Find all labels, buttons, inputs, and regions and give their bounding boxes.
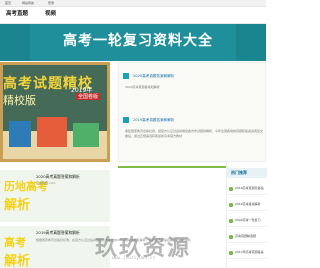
board-version-badge: 全国卷版 — [76, 93, 101, 100]
book-icon — [73, 123, 99, 147]
book-icon — [37, 117, 67, 147]
watermark-url: www.jiuziyuan.cc — [112, 256, 156, 261]
featured-image[interactable]: 高考试题精校 精校版 2019年 全国卷版 — [0, 62, 110, 162]
article-title[interactable]: 2020高考真题答案和解析 — [133, 74, 175, 79]
sidebar-item[interactable]: 2018高考真题及答案 — [227, 184, 267, 195]
article-desc: 2020高考真题答案和解析 — [125, 85, 160, 89]
sidebar-item[interactable]: 2019高考答案解析 — [227, 200, 267, 211]
top-bar-item[interactable]: 网站导航 — [22, 0, 34, 6]
board-subhead: 精校版 — [3, 94, 36, 107]
book-icon — [9, 121, 31, 147]
card-title[interactable]: 2020高考真题答案和解析 — [36, 174, 80, 179]
sidebar-item[interactable]: 2020高考一轮复习 — [227, 216, 267, 227]
bullet-icon — [229, 187, 233, 191]
bullet-icon — [229, 203, 233, 207]
banner-title: 高考一轮复习资料大全 — [63, 33, 213, 49]
nav-item-gaokao[interactable]: 高考直题 — [6, 10, 28, 19]
sidebar-header: 热门推荐 — [227, 168, 267, 178]
sidebar-item-label: 2018高考真题及答案 — [235, 186, 264, 190]
tag-icon — [123, 117, 129, 123]
banner-decoration — [0, 24, 30, 61]
top-bar-item[interactable]: 首页 — [5, 0, 11, 6]
article-desc: 收集国家教育出版社的，经官方认证过后并借给各省市试题的解析，今年全国各地的真题和… — [125, 129, 264, 138]
sidebar-title: 热门推荐 — [231, 170, 247, 175]
card-image-text: 高考 — [4, 236, 26, 249]
article-list-panel: 2020高考真题答案和解析 2020高考真题答案和解析 2019高考真题答案和解… — [118, 62, 266, 162]
top-bar-item[interactable]: 登录 — [48, 0, 54, 6]
main-nav: 高考直题 视频 — [0, 7, 266, 24]
bullet-icon — [229, 219, 233, 223]
card-image-text: 解析 — [4, 254, 31, 268]
banner-decoration — [236, 24, 266, 61]
nav-item-video[interactable]: 视频 — [45, 10, 56, 19]
sidebar-item-label: 2019高考答案解析 — [235, 202, 261, 206]
bullet-icon — [229, 235, 233, 239]
sidebar: 热门推荐 2018高考真题及答案 2019高考答案解析 2020高考一轮复习 高… — [226, 162, 267, 268]
card-desc: 高考真题.com — [36, 181, 56, 185]
tag-icon — [123, 73, 129, 79]
sidebar-item[interactable]: 2017年高考真题答案 — [227, 248, 267, 259]
bullet-icon — [229, 251, 233, 255]
sidebar-item-label: 高考真题精选题 — [235, 234, 257, 238]
sidebar-item-label: 2017年高考真题答案 — [235, 250, 264, 254]
card-image-text: 解析 — [4, 198, 31, 213]
card-title[interactable]: 2019高考真题答案和解析 — [36, 230, 80, 235]
sidebar-item-label: 2020高考一轮复习 — [235, 218, 261, 222]
article-title[interactable]: 2019高考真题答案和解析 — [133, 118, 175, 123]
sidebar-item[interactable]: 高考真题精选题 — [227, 232, 267, 243]
hero-banner: 高考一轮复习资料大全 — [0, 24, 266, 61]
top-bar: 首页 网站导航 登录 — [0, 0, 266, 7]
